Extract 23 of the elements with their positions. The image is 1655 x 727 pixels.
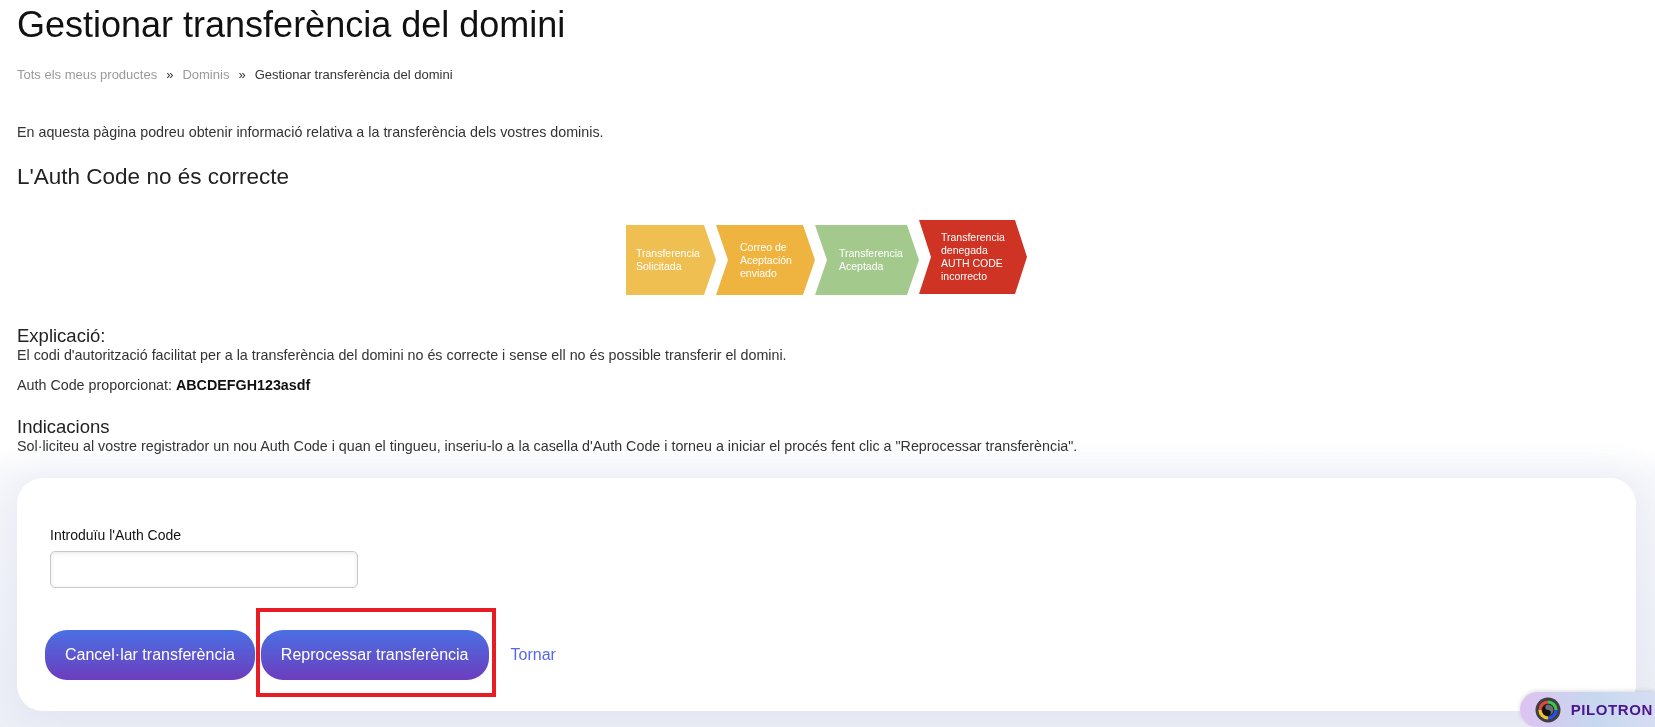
intro-text: En aquesta pàgina podreu obtenir informació relativa a la transferència dels vostres dominis. — [17, 123, 605, 142]
color-ring-icon — [1534, 696, 1561, 723]
page-title: Gestionar transferència del domini — [17, 3, 567, 45]
breadcrumb-separator: » — [238, 66, 246, 84]
process-step: Correo de Aceptación enviado — [716, 225, 815, 295]
explanation-text: El codi d'autorització facilitat per a la transferència del domini no és correcte i sense ell no és possible transferir el domini. — [17, 346, 788, 364]
breadcrumb-link[interactable]: Tots els meus productes — [17, 66, 158, 84]
section-heading: Indicacions — [17, 417, 111, 437]
auth-code-input[interactable] — [50, 551, 358, 588]
action-button[interactable]: Cancel·lar transferència — [45, 630, 255, 680]
back-link[interactable]: Tornar — [510, 645, 556, 665]
process-step: Transferencia Solicitada — [626, 225, 716, 295]
floating-button[interactable]: PILOTRON — [1519, 692, 1655, 727]
section-heading: Explicació: — [17, 326, 107, 346]
breadcrumb-current: Gestionar transferència del domini — [254, 66, 453, 84]
auth-code-text: Auth Code proporcionat: ABCDEFGH123asdf — [17, 376, 312, 394]
status-heading: L'Auth Code no és correcte — [17, 163, 290, 191]
process-step: Transferencia denegada AUTH CODE incorrecto — [919, 220, 1027, 294]
breadcrumb-separator: » — [166, 66, 174, 84]
process-step: Transferencia Aceptada — [815, 225, 919, 295]
field-label: Introduïu l'Auth Code — [50, 526, 182, 544]
instructions-text: Sol·liciteu al vostre registrador un nou Auth Code i quan el tingueu, inseriu-lo a la casella d'Auth Code i torneu a iniciar el procés fent clic a "Reprocessar transferència". — [17, 437, 1079, 455]
action-button[interactable]: Reprocessar transferència — [260, 630, 489, 680]
